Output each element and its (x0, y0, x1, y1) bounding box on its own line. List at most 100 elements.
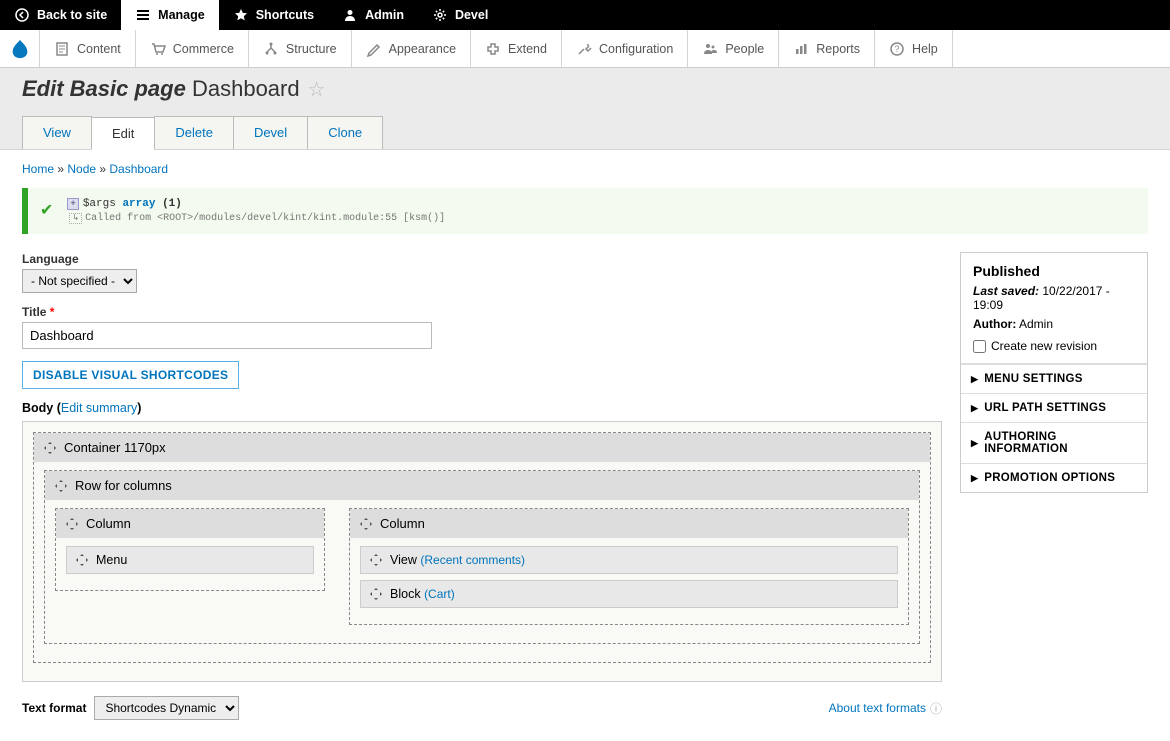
commerce-icon (150, 41, 166, 57)
row-label: Row for columns (75, 478, 172, 493)
breadcrumb-home[interactable]: Home (22, 162, 54, 176)
devel-link[interactable]: Devel (418, 0, 502, 30)
sidebar: Published Last saved: 10/22/2017 - 19:09… (960, 252, 1148, 493)
admin-menu: Content Commerce Structure Appearance Ex… (0, 30, 1170, 68)
gear-icon (432, 7, 448, 23)
language-label: Language (22, 252, 942, 266)
svg-text:?: ? (895, 44, 900, 54)
help-icon: ⓘ (930, 700, 942, 717)
primary-tabs: View Edit Delete Devel Clone (22, 116, 1148, 149)
kint-trace-icon: ↳ (69, 213, 82, 224)
menu-content[interactable]: Content (40, 30, 136, 67)
caret-icon: ▶ (971, 473, 978, 484)
container-block[interactable]: Container 1170px Row for columns Column (33, 432, 931, 663)
admin-toolbar: Back to site Manage Shortcuts Admin Deve… (0, 0, 1170, 30)
extend-icon (485, 41, 501, 57)
manage-label: Manage (158, 8, 205, 22)
user-link[interactable]: Admin (328, 0, 418, 30)
create-revision-label: Create new revision (991, 339, 1097, 353)
title-field: Title * (22, 305, 942, 349)
people-icon (702, 41, 718, 57)
tab-view[interactable]: View (22, 116, 92, 149)
page-title: Edit Basic page Dashboard ☆ (22, 76, 1148, 102)
tab-devel[interactable]: Devel (233, 116, 308, 149)
authoring-section[interactable]: ▶Authoring information (961, 422, 1147, 463)
back-to-site-link[interactable]: Back to site (0, 0, 121, 30)
menu-structure[interactable]: Structure (249, 30, 352, 67)
breadcrumb-node[interactable]: Node (67, 162, 96, 176)
tab-clone[interactable]: Clone (307, 116, 383, 149)
status-message: ✔ +$args array (1) ↳Called from <ROOT>/m… (22, 188, 1148, 234)
help-icon: ? (889, 41, 905, 57)
check-icon: ✔ (40, 200, 53, 220)
column-block-1[interactable]: Column Menu (55, 508, 325, 591)
config-icon (576, 41, 592, 57)
shortcuts-label: Shortcuts (256, 8, 314, 22)
move-icon[interactable] (370, 588, 382, 600)
tab-delete[interactable]: Delete (154, 116, 234, 149)
move-icon[interactable] (76, 554, 88, 566)
create-revision-checkbox[interactable] (973, 340, 986, 353)
shortcuts-link[interactable]: Shortcuts (219, 0, 328, 30)
body-label: Body (Edit summary) (22, 401, 942, 415)
breadcrumb: Home » Node » Dashboard (22, 162, 1148, 176)
column-block-2[interactable]: Column View (Recent comments) Block (Car… (349, 508, 909, 625)
text-format-select[interactable]: Shortcodes Dynamic (94, 696, 239, 720)
hamburger-icon (135, 7, 151, 23)
favorite-star-icon[interactable]: ☆ (308, 77, 326, 102)
caret-icon: ▶ (971, 438, 978, 449)
menu-reports[interactable]: Reports (779, 30, 875, 67)
title-input[interactable] (22, 322, 432, 349)
move-icon[interactable] (66, 518, 78, 530)
breadcrumb-current[interactable]: Dashboard (109, 162, 168, 176)
menu-help[interactable]: ?Help (875, 30, 953, 67)
menu-configuration[interactable]: Configuration (562, 30, 688, 67)
move-icon[interactable] (55, 480, 67, 492)
about-text-formats-link[interactable]: About text formatsⓘ (829, 700, 942, 717)
menu-settings-section[interactable]: ▶Menu settings (961, 364, 1147, 393)
move-icon[interactable] (44, 442, 56, 454)
view-element[interactable]: View (Recent comments) (360, 546, 898, 574)
back-icon (14, 7, 30, 23)
devel-label: Devel (455, 8, 488, 22)
manage-toggle[interactable]: Manage (121, 0, 219, 30)
drupal-logo[interactable] (0, 30, 40, 67)
text-format-label: Text format (22, 701, 86, 715)
container-label: Container 1170px (64, 440, 166, 455)
tab-edit[interactable]: Edit (91, 117, 155, 150)
disable-shortcodes-button[interactable]: Disable visual shortcodes (22, 361, 239, 389)
move-icon[interactable] (370, 554, 382, 566)
kint-expand-icon[interactable]: + (67, 198, 78, 210)
row-block[interactable]: Row for columns Column Menu (44, 470, 920, 644)
menu-people[interactable]: People (688, 30, 779, 67)
user-icon (342, 7, 358, 23)
language-select[interactable]: - Not specified - (22, 269, 137, 293)
menu-extend[interactable]: Extend (471, 30, 562, 67)
url-path-section[interactable]: ▶URL path settings (961, 393, 1147, 422)
menu-appearance[interactable]: Appearance (352, 30, 471, 67)
user-label: Admin (365, 8, 404, 22)
published-status: Published (973, 263, 1135, 279)
menu-commerce[interactable]: Commerce (136, 30, 249, 67)
title-label: Title * (22, 305, 942, 319)
kint-dump[interactable]: +$args array (1) ↳Called from <ROOT>/mod… (67, 198, 445, 224)
promotion-section[interactable]: ▶Promotion options (961, 463, 1147, 492)
reports-icon (793, 41, 809, 57)
edit-summary-link[interactable]: Edit summary (61, 401, 137, 415)
appearance-icon (366, 41, 382, 57)
caret-icon: ▶ (971, 403, 978, 414)
caret-icon: ▶ (971, 374, 978, 385)
visual-editor: Container 1170px Row for columns Column (22, 421, 942, 682)
structure-icon (263, 41, 279, 57)
menu-element[interactable]: Menu (66, 546, 314, 574)
language-field: Language - Not specified - (22, 252, 942, 293)
content-icon (54, 41, 70, 57)
back-label: Back to site (37, 8, 107, 22)
text-format-row: Text format Shortcodes Dynamic About tex… (22, 696, 942, 720)
star-icon (233, 7, 249, 23)
author: Author: Admin (973, 317, 1135, 331)
last-saved: Last saved: 10/22/2017 - 19:09 (973, 284, 1135, 312)
block-element[interactable]: Block (Cart) (360, 580, 898, 608)
page-header: Edit Basic page Dashboard ☆ View Edit De… (0, 68, 1170, 150)
move-icon[interactable] (360, 518, 372, 530)
